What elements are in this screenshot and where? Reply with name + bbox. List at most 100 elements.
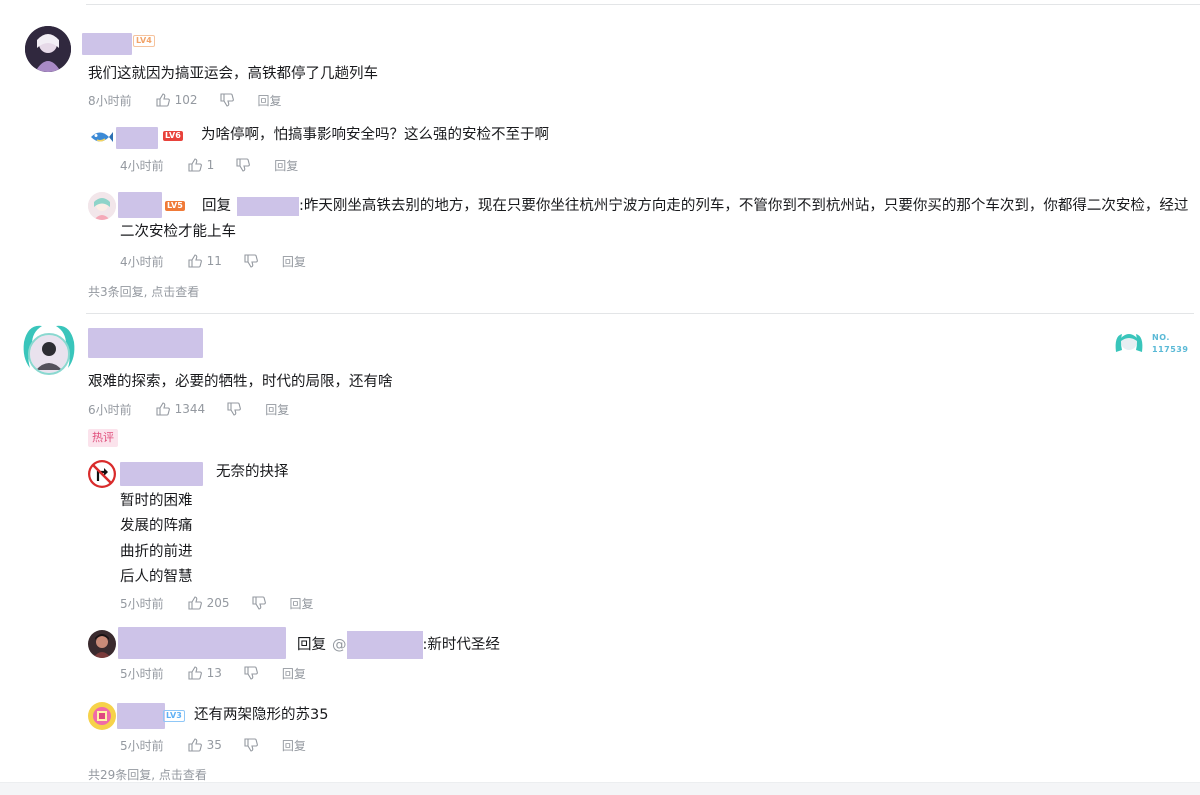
like-count: 11	[206, 254, 222, 268]
reply-button[interactable]: 回复	[282, 253, 306, 270]
mentioned-user-hidden[interactable]	[346, 631, 423, 659]
bottom-bar	[0, 782, 1200, 795]
reply-text: 为啥停啊，怕搞事影响安全吗？这么强的安检不至于啊	[201, 127, 549, 143]
thumb-up-icon	[188, 596, 202, 610]
reply-avatar[interactable]	[88, 630, 116, 658]
thumb-up-icon	[188, 158, 202, 172]
thumb-down-icon	[244, 254, 258, 268]
dislike-button[interactable]	[219, 93, 234, 107]
thumb-up-icon	[188, 738, 202, 752]
no-right-turn-icon	[88, 460, 116, 488]
like-count: 205	[206, 596, 230, 610]
thumb-down-icon	[251, 596, 266, 610]
badge-label: NO.	[1152, 333, 1170, 342]
reply-username-hidden[interactable]	[120, 462, 203, 486]
like-button[interactable]: 13	[188, 666, 222, 680]
avatar-anime-icon	[25, 26, 71, 72]
top-divider	[86, 4, 1200, 5]
reply-button[interactable]: 回复	[282, 737, 306, 754]
thumb-up-icon	[188, 666, 202, 680]
reply-time: 5小时前	[120, 738, 164, 753]
user-avatar[interactable]	[20, 322, 78, 380]
comment-info: 8小时前 102 回复	[88, 92, 282, 108]
reply-info: 5小时前 13 回复	[120, 665, 306, 681]
like-count: 1344	[174, 402, 206, 416]
reply-line: 发展的阵痛	[120, 518, 193, 534]
comment-divider	[86, 313, 1194, 314]
avatar-portrait-icon	[88, 630, 116, 658]
reply-info: 4小时前 1 回复	[120, 157, 298, 173]
dislike-button[interactable]	[227, 402, 242, 416]
reply-username-hidden[interactable]	[117, 703, 165, 729]
level-badge: LV6	[163, 131, 183, 141]
level-badge: LV3	[163, 710, 185, 722]
reply-avatar[interactable]	[88, 460, 116, 488]
like-button[interactable]: 1344	[156, 402, 206, 416]
fan-badge: NO. 117539	[1112, 328, 1192, 356]
comment-text: 我们这就因为搞亚运会，高铁都停了几趟列车	[88, 66, 378, 82]
reply-button[interactable]: 回复	[258, 92, 282, 109]
reply-line: 暂时的困难	[120, 493, 193, 509]
reply-line: 曲折的前进	[120, 544, 193, 560]
dislike-button[interactable]	[244, 254, 258, 268]
thumb-up-icon	[156, 93, 170, 107]
like-button[interactable]: 1	[188, 158, 215, 172]
thumb-up-icon	[188, 254, 202, 268]
dislike-button[interactable]	[251, 596, 266, 610]
miku-badge-icon	[1115, 334, 1143, 352]
mentioned-user-hidden[interactable]	[237, 196, 299, 216]
like-count: 35	[206, 738, 222, 752]
reply-text: 回复 @ :新时代圣经	[297, 631, 500, 659]
user-avatar[interactable]	[25, 26, 71, 72]
reply-text: 还有两架隐形的苏35	[194, 707, 329, 723]
reply-info: 5小时前 205 回复	[120, 595, 314, 611]
reply-info: 5小时前 35 回复	[120, 737, 306, 753]
like-button[interactable]: 11	[188, 254, 222, 268]
thumb-down-icon	[227, 402, 242, 416]
thumb-up-icon	[156, 402, 170, 416]
like-count: 13	[206, 666, 222, 680]
reply-avatar[interactable]	[88, 702, 116, 730]
dislike-button[interactable]	[244, 666, 258, 680]
username-hidden[interactable]	[82, 33, 132, 55]
reply-text: 回复:昨天刚坐高铁去别的地方，现在只要你坐往杭州宁波方向走的列车，不管你到不到杭…	[120, 193, 1190, 245]
reply-info: 4小时前 11 回复	[120, 253, 306, 269]
reply-button[interactable]: 回复	[265, 401, 289, 418]
reply-avatar[interactable]	[88, 124, 114, 150]
comment-info: 6小时前 1344 回复	[88, 401, 289, 417]
avatar-sticker-icon	[88, 702, 116, 730]
reply-time: 5小时前	[120, 666, 164, 681]
reply-body: :新时代圣经	[422, 637, 500, 653]
reply-line: 后人的智慧	[120, 569, 193, 585]
level-badge: LV4	[133, 35, 155, 47]
reply-prefix: 回复	[297, 637, 326, 653]
dislike-button[interactable]	[244, 738, 258, 752]
thumb-down-icon	[244, 666, 258, 680]
reply-username-hidden[interactable]	[116, 127, 158, 149]
username-hidden[interactable]	[88, 328, 203, 358]
like-count: 102	[174, 93, 198, 107]
reply-button[interactable]: 回复	[290, 595, 314, 612]
like-count: 1	[206, 158, 215, 172]
thumb-down-icon	[219, 93, 234, 107]
thumb-down-icon	[236, 158, 251, 172]
comment-text: 艰难的探索，必要的牺牲，时代的局限，还有啥	[88, 374, 393, 390]
reply-avatar[interactable]	[88, 192, 116, 220]
view-more-replies[interactable]: 共3条回复, 点击查看	[88, 283, 199, 300]
reply-button[interactable]: 回复	[274, 157, 298, 174]
reply-username-hidden[interactable]	[118, 627, 286, 659]
like-button[interactable]: 102	[156, 93, 198, 107]
fish-icon	[91, 132, 113, 142]
view-more-replies[interactable]: 共29条回复, 点击查看	[88, 766, 207, 783]
at-sign: @	[332, 637, 347, 653]
reply-time: 4小时前	[120, 158, 164, 173]
like-button[interactable]: 35	[188, 738, 222, 752]
reply-button[interactable]: 回复	[282, 665, 306, 682]
comment-time: 6小时前	[88, 402, 132, 417]
reply-time: 5小时前	[120, 596, 164, 611]
thumb-down-icon	[244, 738, 258, 752]
like-button[interactable]: 205	[188, 596, 230, 610]
badge-number: 117539	[1152, 345, 1189, 354]
avatar-with-frame-icon	[23, 325, 75, 375]
dislike-button[interactable]	[236, 158, 251, 172]
